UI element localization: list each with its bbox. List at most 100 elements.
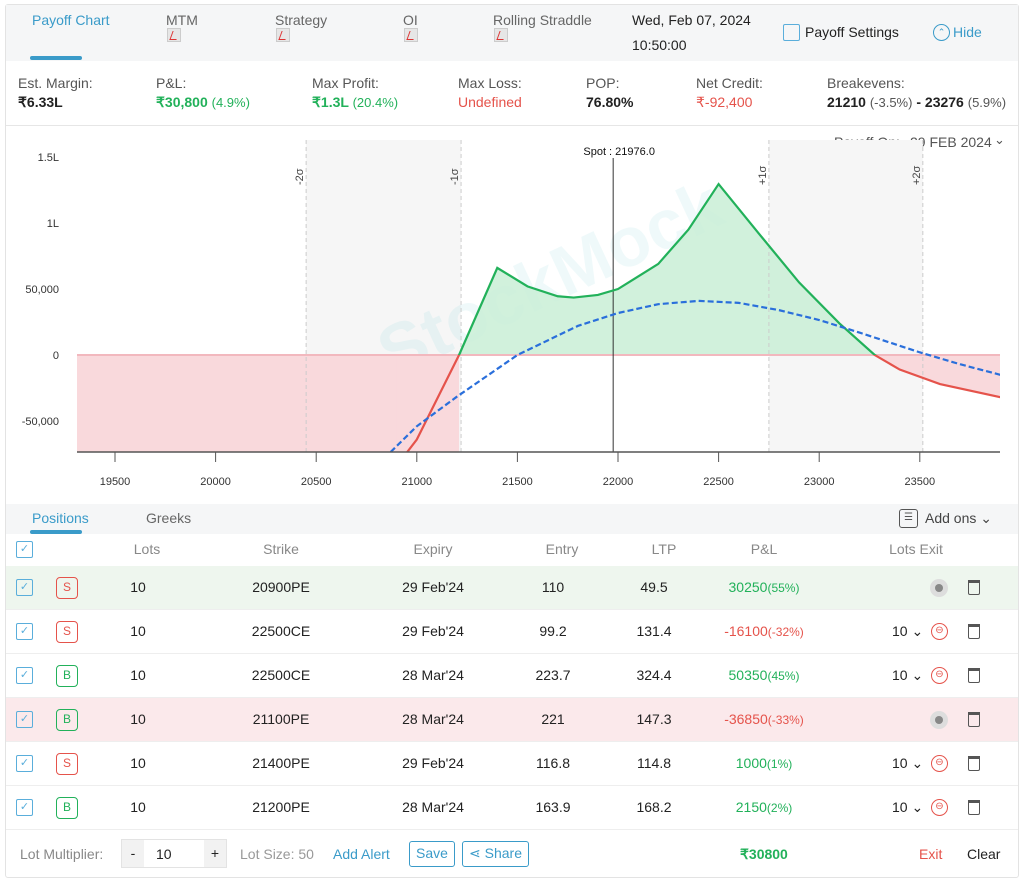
y-tick-label: 1.5L [38,152,59,164]
exit-lots-select[interactable]: 10 ⌄ [892,755,923,772]
x-tick-label: 20000 [200,476,231,488]
ltp: 147.3 [636,711,672,727]
header-strike: Strike [263,541,299,557]
pnl: 2150(2%) [736,799,793,815]
save-button[interactable]: Save [409,841,455,867]
position-row: ✓ B 10 22500CE 28 Mar'24 223.7 324.4 503… [6,654,1018,698]
lots: 10 [130,623,146,639]
exit-position-icon[interactable]: ⊖ [931,667,948,684]
share-button[interactable]: ⋖ Share [462,841,529,867]
strike: 21100PE [252,711,310,727]
ltp: 168.2 [636,799,672,815]
pnl: -36850(-33%) [724,711,804,727]
row-checkbox[interactable]: ✓ [16,799,33,816]
tab-greeks[interactable]: Greeks [146,510,191,526]
position-row: ✓ S 10 21400PE 29 Feb'24 116.8 114.8 100… [6,742,1018,786]
expiry: 29 Feb'24 [402,579,464,595]
x-tick-label: 21000 [402,476,433,488]
pnl-amount: 30250 [728,579,768,595]
pnl-percent: (45%) [767,669,800,683]
clear-button[interactable]: Clear [967,846,1000,862]
exit-lots-select[interactable]: 10 ⌄ [892,799,923,816]
decrement-button[interactable]: - [122,840,144,867]
add-alert-link[interactable]: Add Alert [333,846,390,862]
payoff-chart: StockMock -2σ -1σ +1σ +2σSpot : 21976.01950… [22,140,1000,488]
lots: 10 [130,711,146,727]
lot-multiplier-stepper: - 10 + [121,839,227,868]
trash-icon[interactable] [968,800,980,815]
pnl-percent: (2%) [766,801,793,815]
sell-badge: S [56,753,78,775]
lot-multiplier-input[interactable]: 10 [156,846,172,862]
trash-icon[interactable] [968,668,980,683]
disabled-toggle-icon[interactable] [930,579,948,597]
sigma-label: +2σ [911,165,923,185]
sell-badge: S [56,577,78,599]
strike: 21400PE [252,755,310,771]
sell-badge: S [56,621,78,643]
pnl-amount: -16100 [724,623,768,639]
buy-badge: B [56,665,78,687]
exit-position-icon[interactable]: ⊖ [931,799,948,816]
row-checkbox[interactable]: ✓ [16,755,33,772]
x-tick-label: 19500 [100,476,131,488]
strike: 22500CE [251,667,311,683]
expiry: 28 Mar'24 [402,667,464,683]
exit-lots-value: 10 [892,667,908,683]
lots: 10 [130,667,146,683]
increment-button[interactable]: + [204,840,226,867]
trash-icon[interactable] [968,712,980,727]
pnl-percent: (55%) [767,581,800,595]
pnl: -16100(-32%) [724,623,804,639]
pnl-percent: (-32%) [767,625,804,639]
position-row: ✓ B 10 21100PE 28 Mar'24 221 147.3 -3685… [6,698,1018,742]
add-ons-dropdown[interactable]: Add ons ⌄ [925,510,992,527]
row-checkbox[interactable]: ✓ [16,579,33,596]
trash-icon[interactable] [968,580,980,595]
lots: 10 [130,755,146,771]
buy-badge: B [56,797,78,819]
pnl: 30250(55%) [729,579,800,595]
position-row: ✓ S 10 20900PE 29 Feb'24 110 49.5 30250(… [6,566,1018,610]
active-tab-indicator [30,530,82,534]
pnl-percent: (1%) [766,757,793,771]
position-row: ✓ S 10 22500CE 29 Feb'24 99.2 131.4 -161… [6,610,1018,654]
header-lots-exit: Lots Exit [889,541,943,557]
share-label: Share [484,845,522,861]
sigma-label: -2σ [294,168,306,185]
x-tick-label: 23000 [804,476,835,488]
expiry: 29 Feb'24 [402,755,464,771]
exit-button[interactable]: Exit [919,846,942,862]
exit-lots-select[interactable]: 10 ⌄ [892,623,923,640]
buy-badge: B [56,709,78,731]
select-all-checkbox[interactable]: ✓ [16,541,33,558]
x-tick-label: 22000 [603,476,634,488]
sliders-icon[interactable]: ☰ [899,509,918,528]
header-entry: Entry [545,541,579,557]
lots: 10 [130,799,146,815]
pnl: 1000(1%) [736,755,793,771]
row-checkbox[interactable]: ✓ [16,667,33,684]
exit-position-icon[interactable]: ⊖ [931,755,948,772]
y-tick-label: -50,000 [22,416,59,428]
expiry: 28 Mar'24 [402,799,464,815]
expiry: 28 Mar'24 [402,711,464,727]
pnl-amount: 50350 [728,667,768,683]
trash-icon[interactable] [968,624,980,639]
pnl-amount: -36850 [724,711,768,727]
lots: 10 [130,579,146,595]
exit-position-icon[interactable]: ⊖ [931,623,948,640]
lot-size-label: Lot Size: 50 [240,846,314,862]
row-checkbox[interactable]: ✓ [16,623,33,640]
y-tick-label: 50,000 [25,284,59,296]
expiry: 29 Feb'24 [402,623,464,639]
trash-icon[interactable] [968,756,980,771]
exit-lots-select[interactable]: 10 ⌄ [892,667,923,684]
row-checkbox[interactable]: ✓ [16,711,33,728]
header-ltp: LTP [651,541,677,557]
pnl: 50350(45%) [729,667,800,683]
tab-positions[interactable]: Positions [32,510,89,526]
pnl-amount: 2150 [735,799,767,815]
disabled-toggle-icon[interactable] [930,711,948,729]
x-tick-label: 20500 [301,476,332,488]
